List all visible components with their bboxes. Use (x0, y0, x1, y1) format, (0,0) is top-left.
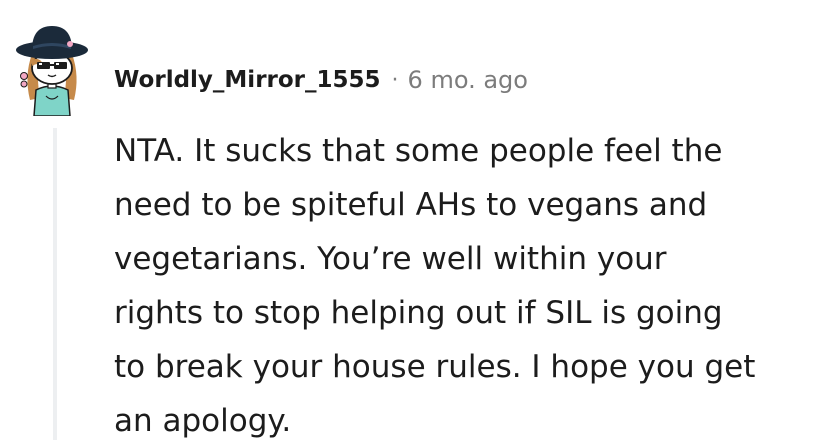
snoo-avatar-icon (16, 26, 88, 117)
comment-body-line: NTA. It sucks that some people feel the (114, 133, 723, 169)
comment-meta: Worldly_Mirror_1555 · 6 mo. ago (114, 60, 528, 100)
author-username[interactable]: Worldly_Mirror_1555 (114, 67, 381, 93)
avatar[interactable] (10, 16, 94, 117)
meta-separator: · (391, 67, 399, 93)
comment-body-line: to break your house rules. I hope you ge… (114, 349, 756, 385)
comment-body-line: need to be spiteful AHs to vegans and (114, 187, 708, 223)
comment-body-line: an apology. (114, 403, 292, 439)
comment: Worldly_Mirror_1555 · 6 mo. ago NTA. It … (0, 0, 824, 440)
comment-body: NTA. It sucks that some people feel the … (114, 124, 814, 440)
comment-body-line: vegetarians. You’re well within your (114, 241, 667, 277)
timestamp[interactable]: 6 mo. ago (408, 66, 528, 94)
comment-body-line: rights to stop helping out if SIL is goi… (114, 295, 723, 331)
thread-line[interactable] (53, 128, 57, 440)
